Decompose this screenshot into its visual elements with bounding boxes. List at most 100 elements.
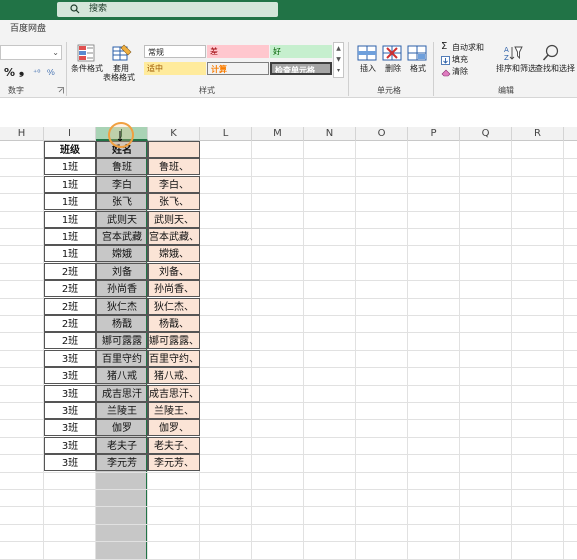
table-cell-joined[interactable]: 老夫子、 xyxy=(148,437,200,454)
table-cell-class[interactable]: 2班 xyxy=(44,298,96,315)
table-cell-joined[interactable]: 宫本武藏、 xyxy=(148,228,200,245)
table-cell-name[interactable]: 刘备 xyxy=(96,263,148,280)
format-button[interactable]: 格式 xyxy=(410,64,426,74)
table-cell-joined[interactable]: 杨戬、 xyxy=(148,315,200,332)
sigma-icon[interactable]: Σ xyxy=(441,42,447,52)
table-format-icon[interactable] xyxy=(112,44,132,62)
table-cell-joined[interactable]: 嫦娥、 xyxy=(148,245,200,262)
percent-style-button[interactable]: % xyxy=(4,67,15,78)
table-cell-joined[interactable]: 百里守约、 xyxy=(148,350,200,367)
table-cell-name[interactable]: 娜可露露 xyxy=(96,332,148,349)
table-cell-class[interactable]: 1班 xyxy=(44,193,96,210)
column-header-i[interactable]: I xyxy=(44,127,96,141)
table-cell-joined[interactable]: 刘备、 xyxy=(148,263,200,280)
tab-baidu-netdisk[interactable]: 百度网盘 xyxy=(10,23,46,35)
table-cell-name[interactable]: 鲁班 xyxy=(96,158,148,175)
table-cell-joined[interactable]: 孙尚香、 xyxy=(148,280,200,297)
table-cell-joined[interactable]: 李元芳、 xyxy=(148,454,200,471)
dialog-launcher-icon[interactable] xyxy=(57,87,64,94)
header-cell-k[interactable] xyxy=(148,141,200,158)
increase-decimal-button[interactable]: ⁺⁰ xyxy=(33,68,40,78)
sort-filter-button[interactable]: 排序和筛选 xyxy=(496,64,536,74)
delete-button[interactable]: 删除 xyxy=(385,64,401,74)
table-cell-class[interactable]: 2班 xyxy=(44,263,96,280)
table-cell-class[interactable]: 2班 xyxy=(44,332,96,349)
decrease-decimal-button[interactable]: ⁰⁄₀ xyxy=(47,68,55,78)
table-cell-joined[interactable]: 兰陵王、 xyxy=(148,402,200,419)
table-cell-class[interactable]: 3班 xyxy=(44,419,96,436)
find-select-button[interactable]: 查找和选择 xyxy=(535,64,575,74)
gallery-more-icon[interactable]: ▾ xyxy=(334,65,343,76)
column-header-k[interactable]: K xyxy=(148,127,200,141)
table-cell-name[interactable]: 张飞 xyxy=(96,193,148,210)
table-cell-joined[interactable]: 鲁班、 xyxy=(148,158,200,175)
table-cell-name[interactable]: 武则天 xyxy=(96,211,148,228)
autosum-button[interactable]: 自动求和 xyxy=(452,43,484,53)
column-header-m[interactable]: M xyxy=(252,127,304,141)
table-cell-class[interactable]: 3班 xyxy=(44,367,96,384)
insert-cells-icon[interactable] xyxy=(357,44,377,62)
clear-button[interactable]: 清除 xyxy=(452,67,468,77)
table-cell-class[interactable]: 1班 xyxy=(44,176,96,193)
fill-down-icon[interactable] xyxy=(441,56,450,65)
delete-cells-icon[interactable] xyxy=(382,44,402,62)
number-format-combo[interactable]: ⌄ xyxy=(0,45,62,60)
table-cell-class[interactable]: 1班 xyxy=(44,245,96,262)
table-cell-name[interactable]: 百里守约 xyxy=(96,350,148,367)
fill-button[interactable]: 填充 xyxy=(452,55,468,65)
chevron-down-icon[interactable]: ▼ xyxy=(334,54,343,65)
table-cell-joined[interactable]: 张飞、 xyxy=(148,193,200,210)
table-cell-joined[interactable]: 娜可露露、 xyxy=(148,332,200,349)
table-cell-class[interactable]: 3班 xyxy=(44,350,96,367)
table-cell-name[interactable]: 宫本武藏 xyxy=(96,228,148,245)
conditional-format-label[interactable]: 条件格式 xyxy=(71,64,103,74)
table-cell-class[interactable]: 3班 xyxy=(44,402,96,419)
find-icon[interactable] xyxy=(542,44,560,62)
sort-filter-icon[interactable]: A Z xyxy=(503,44,523,62)
column-header-h[interactable]: H xyxy=(0,127,44,141)
table-cell-class[interactable]: 3班 xyxy=(44,454,96,471)
column-header-l[interactable]: L xyxy=(200,127,252,141)
style-check-cell[interactable]: 检查单元格 xyxy=(270,62,332,75)
table-cell-joined[interactable]: 狄仁杰、 xyxy=(148,298,200,315)
insert-button[interactable]: 插入 xyxy=(360,64,376,74)
table-cell-name[interactable]: 杨戬 xyxy=(96,315,148,332)
style-calculation[interactable]: 计算 xyxy=(207,62,269,75)
table-cell-name[interactable]: 嫦娥 xyxy=(96,245,148,262)
table-cell-name[interactable]: 成吉思汗 xyxy=(96,385,148,402)
comma-style-button[interactable]: ❟ xyxy=(19,64,24,77)
table-cell-name[interactable]: 狄仁杰 xyxy=(96,298,148,315)
table-cell-class[interactable]: 2班 xyxy=(44,280,96,297)
column-header-r[interactable]: R xyxy=(512,127,564,141)
header-cell-class[interactable]: 班级 xyxy=(44,141,96,158)
column-header-o[interactable]: O xyxy=(356,127,408,141)
style-good[interactable]: 好 xyxy=(270,45,332,58)
table-cell-name[interactable]: 李元芳 xyxy=(96,454,148,471)
table-cell-joined[interactable]: 伽罗、 xyxy=(148,419,200,436)
table-cell-name[interactable]: 兰陵王 xyxy=(96,402,148,419)
table-cell-name[interactable]: 伽罗 xyxy=(96,419,148,436)
table-cell-name[interactable]: 猪八戒 xyxy=(96,367,148,384)
table-cell-joined[interactable]: 猪八戒、 xyxy=(148,367,200,384)
column-header-n[interactable]: N xyxy=(304,127,356,141)
search-box[interactable]: 搜索 xyxy=(57,2,278,17)
style-neutral[interactable]: 适中 xyxy=(144,62,206,75)
column-header-q[interactable]: Q xyxy=(460,127,512,141)
table-cell-class[interactable]: 3班 xyxy=(44,437,96,454)
conditional-format-icon[interactable] xyxy=(77,44,95,62)
format-cells-icon[interactable] xyxy=(407,44,427,62)
table-cell-class[interactable]: 1班 xyxy=(44,228,96,245)
style-normal[interactable]: 常规 xyxy=(144,45,206,58)
style-bad[interactable]: 差 xyxy=(207,45,269,58)
table-cell-name[interactable]: 老夫子 xyxy=(96,437,148,454)
table-cell-class[interactable]: 3班 xyxy=(44,385,96,402)
table-cell-name[interactable]: 孙尚香 xyxy=(96,280,148,297)
table-cell-class[interactable]: 1班 xyxy=(44,211,96,228)
table-cell-joined[interactable]: 成吉思汗、 xyxy=(148,385,200,402)
table-format-label-2[interactable]: 表格格式 xyxy=(103,73,135,83)
table-cell-class[interactable]: 1班 xyxy=(44,158,96,175)
worksheet-grid[interactable]: 班级 姓名 1班 鲁班 鲁班、 1班 李白 李白、 1班 张飞 张飞、 1班 武则天 武则天、 1班 宫本武藏… xyxy=(0,141,577,560)
eraser-icon[interactable] xyxy=(441,68,451,77)
table-cell-joined[interactable]: 武则天、 xyxy=(148,211,200,228)
table-cell-class[interactable]: 2班 xyxy=(44,315,96,332)
